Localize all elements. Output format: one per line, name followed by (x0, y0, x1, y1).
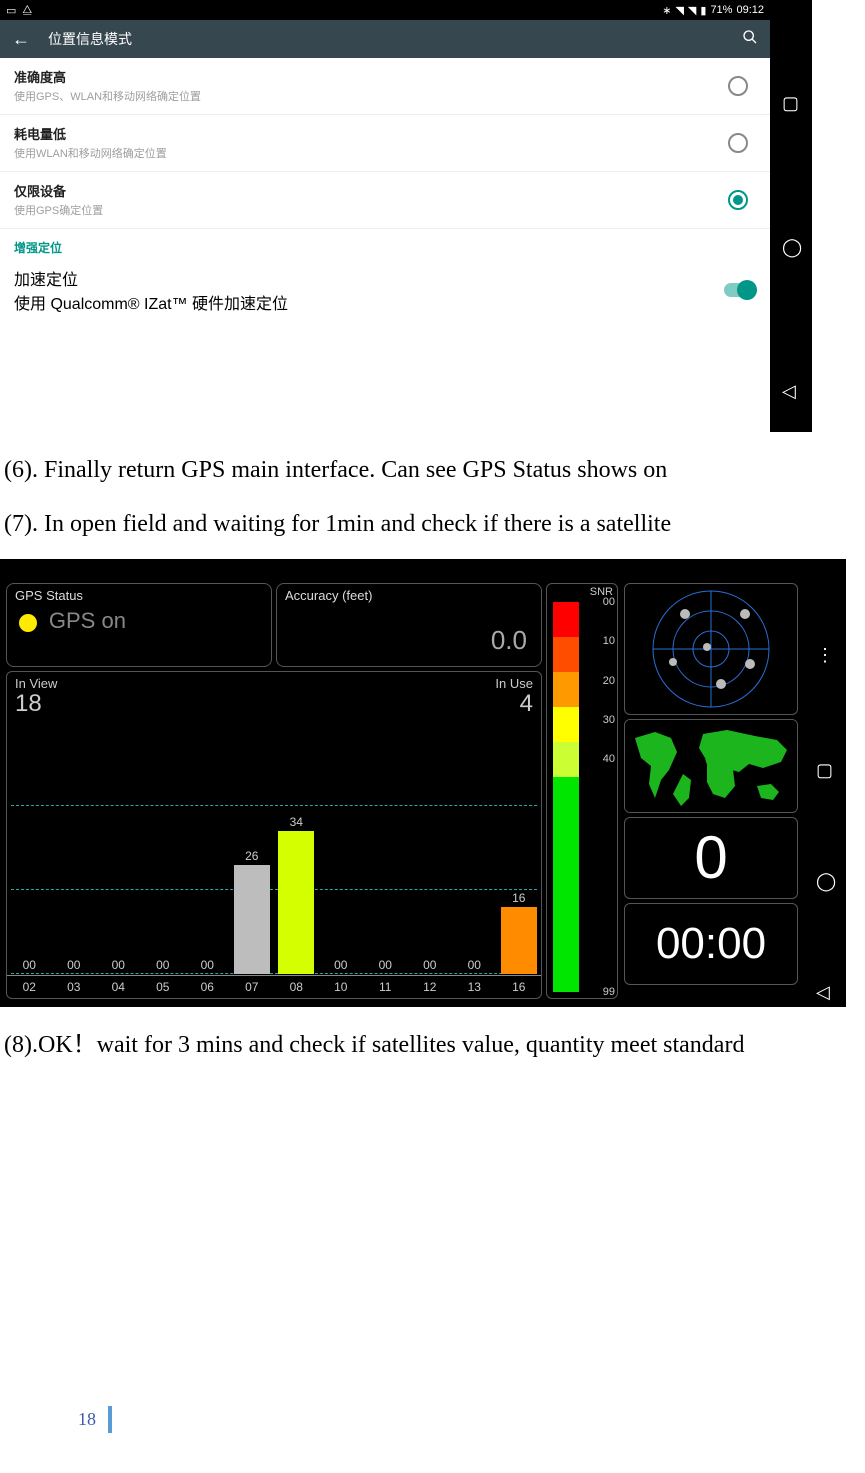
in-view-value: 18 (15, 690, 42, 718)
elapsed-time-card: 00:00 (624, 903, 798, 985)
satellite-bar (278, 831, 314, 974)
clock-text: 09:12 (736, 4, 764, 16)
radio-selected-icon[interactable] (728, 190, 748, 210)
gps-indicator-icon (19, 614, 37, 632)
menu-icon[interactable]: ⋮ (816, 645, 834, 666)
satellite-bar-chart: In View 18 In Use 4 00 00 00 00 00 26 34 00 00 00… (6, 671, 542, 999)
bar-value-label: 00 (98, 958, 138, 972)
bar-value-label: 00 (54, 958, 94, 972)
signal-icon: ◥ (675, 4, 683, 17)
satellite-id-label: 16 (497, 976, 542, 998)
option-subtitle: 使用GPS、WLAN和移动网络确定位置 (14, 88, 728, 104)
snr-tick-label: 00 (603, 596, 615, 608)
toggle-on-icon[interactable] (724, 283, 754, 297)
step-6-text: (6). Finally return GPS main interface. … (4, 454, 861, 486)
satellite-bar (234, 865, 270, 974)
accel-title: 加速定位 (14, 266, 724, 290)
accuracy-value: 0.0 (491, 625, 527, 656)
satellite-id-label: 07 (230, 976, 275, 998)
accuracy-label: Accuracy (feet) (285, 588, 372, 603)
bar-value-label: 00 (187, 958, 227, 972)
satellite-id-label: 13 (452, 976, 497, 998)
home-icon[interactable]: ◯ (816, 871, 834, 889)
snr-legend: SNR 001020304099 (546, 583, 618, 999)
signal-icon: ◥ (688, 4, 696, 17)
satellite-id-label: 05 (141, 976, 186, 998)
gps-test-screenshot: ⋮ ▢ ◯ ◁ GPS Status GPS on Accuracy (feet… (0, 559, 846, 1007)
app-bar-title: 位置信息模式 (48, 29, 132, 49)
screenshot-icon: ▭ (6, 4, 16, 17)
option-title: 仅限设备 (14, 181, 728, 200)
snr-tick-label: 40 (603, 753, 615, 765)
bar-value-label: 00 (9, 958, 49, 972)
satellite-bar (501, 907, 537, 974)
accuracy-card: Accuracy (feet) 0.0 (276, 583, 542, 667)
bar-value-label: 00 (143, 958, 183, 972)
location-mode-device-only[interactable]: 仅限设备 使用GPS确定位置 (0, 172, 770, 229)
section-header: 增强定位 (0, 229, 770, 260)
in-use-value: 4 (520, 690, 533, 718)
android-navbar: ▢ ◯ ◁ (770, 0, 812, 432)
satellite-id-label: 06 (185, 976, 230, 998)
search-icon[interactable] (742, 29, 758, 50)
bar-value-label: 00 (365, 958, 405, 972)
back-arrow-icon[interactable]: ← (12, 29, 30, 50)
location-mode-high-accuracy[interactable]: 准确度高 使用GPS、WLAN和移动网络确定位置 (0, 58, 770, 115)
option-subtitle: 使用GPS确定位置 (14, 202, 728, 218)
satellite-id-label: 03 (52, 976, 97, 998)
world-map (624, 719, 798, 813)
snr-tick-label: 30 (603, 714, 615, 726)
wifi-icon: ⧋ (22, 4, 32, 17)
gps-status-card: GPS Status GPS on (6, 583, 272, 667)
snr-tick-label: 99 (603, 986, 615, 998)
location-mode-battery-saving[interactable]: 耗电量低 使用WLAN和移动网络确定位置 (0, 115, 770, 172)
satellite-id-label: 10 (319, 976, 364, 998)
satellite-id-label: 04 (96, 976, 141, 998)
gps-status-label: GPS Status (15, 588, 83, 603)
settings-screenshot: ▢ ◯ ◁ ▭ ⧋ ∗ ◥ ◥ ▮ 71% 09:12 ← (0, 0, 812, 432)
back-icon[interactable]: ◁ (816, 982, 834, 1000)
in-view-label: In View (15, 676, 57, 691)
radio-unselected-icon[interactable] (728, 133, 748, 153)
bar-value-label: 00 (321, 958, 361, 972)
battery-icon: ▮ (700, 4, 706, 17)
recent-apps-icon[interactable]: ▢ (816, 760, 834, 778)
in-use-label: In Use (495, 676, 533, 691)
battery-text: 71% (710, 4, 732, 16)
gps-status-text: GPS on (49, 608, 126, 634)
app-bar: ← 位置信息模式 (0, 20, 770, 58)
bar-value-label: 34 (276, 815, 316, 829)
back-icon[interactable]: ◁ (782, 381, 800, 399)
recent-apps-icon[interactable]: ▢ (782, 93, 800, 111)
satellite-id-label: 12 (408, 976, 453, 998)
counter-value: 0 (694, 823, 727, 892)
snr-tick-label: 10 (603, 635, 615, 647)
radio-unselected-icon[interactable] (728, 76, 748, 96)
bar-value-label: 26 (232, 849, 272, 863)
home-icon[interactable]: ◯ (782, 237, 800, 255)
option-title: 准确度高 (14, 67, 728, 86)
page-number: 18 (78, 1406, 112, 1433)
satellite-id-label: 02 (7, 976, 52, 998)
satellite-id-label: 08 (274, 976, 319, 998)
bar-value-label: 00 (454, 958, 494, 972)
option-title: 耗电量低 (14, 124, 728, 143)
accel-subtitle: 使用 Qualcomm® IZat™ 硬件加速定位 (14, 290, 724, 314)
status-bar: ▭ ⧋ ∗ ◥ ◥ ▮ 71% 09:12 (0, 0, 770, 20)
snr-tick-label: 20 (603, 675, 615, 687)
step-8-text: (8).OK！wait for 3 mins and check if sate… (4, 1029, 861, 1061)
accelerated-location-row[interactable]: 加速定位 使用 Qualcomm® IZat™ 硬件加速定位 (0, 260, 770, 326)
counter-card: 0 (624, 817, 798, 899)
bar-value-label: 16 (499, 891, 539, 905)
sky-plot (624, 583, 798, 715)
bar-value-label: 00 (410, 958, 450, 972)
step-7-text: (7). In open field and waiting for 1min … (4, 508, 861, 540)
android-navbar: ⋮ ▢ ◯ ◁ (804, 559, 846, 1007)
option-subtitle: 使用WLAN和移动网络确定位置 (14, 145, 728, 161)
bluetooth-icon: ∗ (662, 4, 671, 17)
elapsed-time-value: 00:00 (656, 919, 766, 969)
satellite-id-label: 11 (363, 976, 408, 998)
